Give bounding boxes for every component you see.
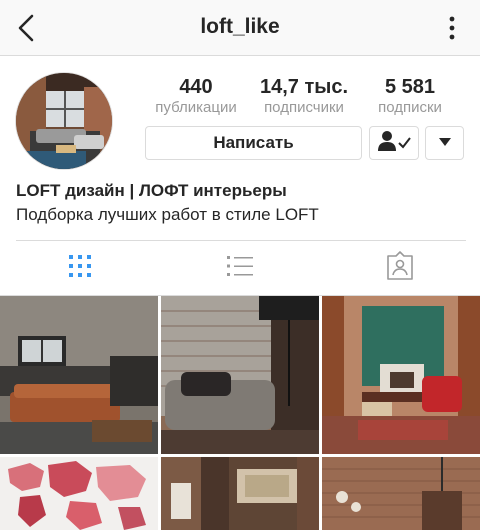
posts-label: публикации	[155, 99, 237, 116]
top-navigation-bar: loft_like	[0, 0, 480, 56]
more-options-icon[interactable]	[438, 14, 466, 42]
posts-stat[interactable]: 440 публикации	[141, 76, 251, 117]
following-status-button[interactable]	[369, 126, 419, 160]
message-button[interactable]: Написать	[145, 126, 362, 160]
following-stat[interactable]: 5 581 подписки	[355, 76, 465, 117]
followers-stat[interactable]: 14,7 тыс. подписчики	[249, 76, 359, 117]
tab-tagged[interactable]	[384, 250, 416, 286]
post-thumbnail[interactable]	[322, 457, 480, 530]
grid-icon	[67, 253, 93, 284]
followers-count: 14,7 тыс.	[259, 76, 349, 98]
triangle-down-icon	[438, 134, 452, 152]
tab-grid[interactable]	[64, 252, 96, 284]
person-check-icon	[377, 130, 411, 157]
posts-grid	[0, 296, 480, 530]
profile-username-title: loft_like	[200, 15, 280, 38]
post-thumbnail[interactable]	[0, 457, 158, 530]
profile-bio: Подборка лучших работ в стиле LOFT	[16, 205, 319, 224]
following-count: 5 581	[384, 76, 436, 98]
tagged-icon	[385, 250, 415, 286]
followers-label: подписчики	[264, 99, 344, 116]
list-icon	[226, 254, 254, 283]
tab-list[interactable]	[224, 252, 256, 284]
suggestions-dropdown-button[interactable]	[425, 126, 464, 160]
post-thumbnail[interactable]	[322, 296, 480, 454]
post-thumbnail[interactable]	[0, 296, 158, 454]
posts-count: 440	[179, 76, 213, 98]
profile-avatar[interactable]	[15, 72, 113, 170]
following-label: подписки	[378, 99, 442, 116]
section-divider	[16, 240, 466, 241]
post-thumbnail[interactable]	[161, 296, 319, 454]
post-thumbnail[interactable]	[161, 457, 319, 530]
profile-full-name: LOFT дизайн | ЛОФТ интерьеры	[16, 181, 287, 200]
